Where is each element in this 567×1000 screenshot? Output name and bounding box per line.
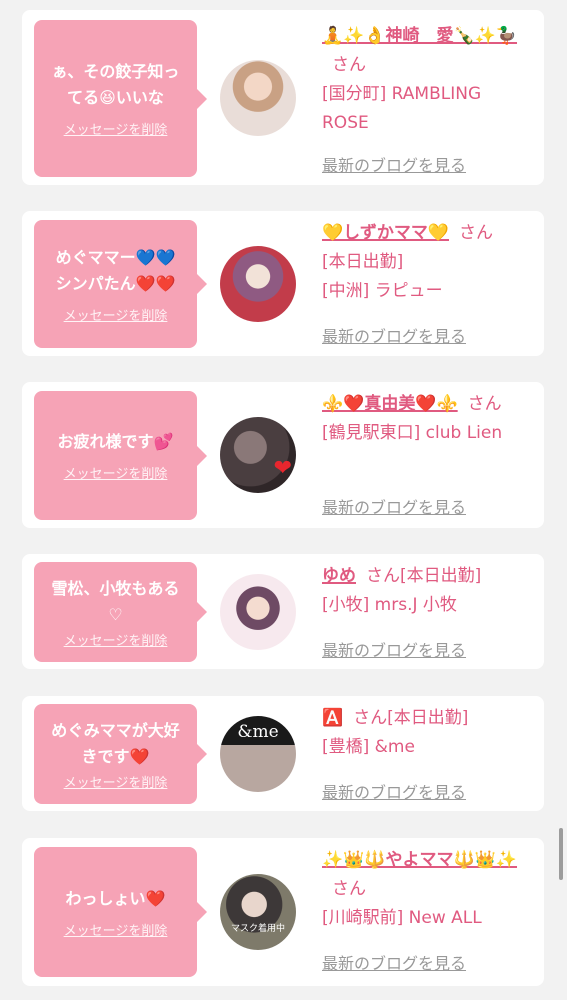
message-line: ♡: [108, 604, 123, 624]
shop-info: [小牧] mrs.J 小牧: [322, 595, 457, 615]
shop-info: [国分町] RAMBLING ROSE: [322, 84, 482, 133]
message-bubble: めぐママー💙💙 シンパたん❤️❤️ メッセージを削除: [34, 220, 207, 348]
message-bubble: お疲れ様です💕 メッセージを削除: [34, 391, 207, 520]
work-status: [本日出勤]: [322, 252, 404, 272]
message-card: お疲れ様です💕 メッセージを削除 ❤ ⚜️❤️真由美❤️⚜️ さん [鶴見駅東口]…: [22, 382, 544, 528]
message-bubble: わっしょい❤️ メッセージを削除: [34, 847, 207, 977]
delete-message-link[interactable]: メッセージを削除: [64, 772, 168, 791]
avatar[interactable]: &me: [220, 716, 296, 792]
shop-info: [鶴見駅東口] club Lien: [322, 423, 503, 443]
message-text: めぐママー💙💙 シンパたん❤️❤️: [56, 245, 176, 297]
message-card: めぐママー💙💙 シンパたん❤️❤️ メッセージを削除 💛しずかママ💛 さん [本日…: [22, 211, 544, 356]
sender-name-link[interactable]: ゆめ: [322, 566, 356, 586]
message-bubble: ぁ、その餃子知っ てる😆いいな メッセージを削除: [34, 20, 207, 177]
message-line: お疲れ様です💕: [57, 432, 174, 451]
message-line: シンパたん❤️❤️: [55, 273, 176, 293]
sender-info: 🧘✨👌神崎 愛🍾✨🦆 さん [国分町] RAMBLING ROSE: [322, 22, 532, 138]
latest-blog-link[interactable]: 最新のブログを見る: [322, 637, 466, 661]
message-line: てる😆いいな: [67, 88, 164, 107]
message-bubble: 雪松、小牧もある ♡ メッセージを削除: [34, 562, 207, 662]
message-line: わっしょい❤️: [65, 888, 166, 908]
sender-info: ✨👑🔱やよママ🔱👑✨ さん [川崎駅前] New ALL: [322, 846, 532, 933]
honorific: さん: [459, 223, 493, 243]
honorific: さん: [332, 55, 366, 75]
message-card: 雪松、小牧もある ♡ メッセージを削除 ゆめ さん[本日出勤] [小牧] mrs.…: [22, 554, 544, 669]
sender-name-link[interactable]: 🧘✨👌神崎 愛🍾✨🦆: [322, 26, 517, 46]
delete-message-link[interactable]: メッセージを削除: [64, 630, 168, 649]
message-line: 雪松、小牧もある: [51, 578, 180, 598]
honorific: さん[本日出勤]: [366, 566, 482, 586]
honorific: さん: [332, 879, 366, 899]
sender-name-link[interactable]: 🅰️: [322, 708, 343, 728]
latest-blog-link[interactable]: 最新のブログを見る: [322, 152, 466, 176]
avatar[interactable]: マスク着用中: [220, 874, 296, 950]
message-text: お疲れ様です💕: [58, 429, 174, 455]
delete-message-link[interactable]: メッセージを削除: [64, 119, 168, 138]
latest-blog-link[interactable]: 最新のブログを見る: [322, 494, 466, 518]
message-text: 雪松、小牧もある ♡: [51, 576, 179, 628]
delete-message-link[interactable]: メッセージを削除: [64, 920, 168, 939]
message-line: めぐみママが大好: [51, 720, 180, 740]
sender-info: 💛しずかママ💛 さん [本日出勤] [中洲] ラピュー: [322, 219, 532, 306]
message-card: わっしょい❤️ メッセージを削除 マスク着用中 ✨👑🔱やよママ🔱👑✨ さん [川崎…: [22, 838, 544, 986]
latest-blog-link[interactable]: 最新のブログを見る: [322, 323, 466, 347]
sender-info: ゆめ さん[本日出勤] [小牧] mrs.J 小牧: [322, 562, 532, 620]
heart-icon: ❤: [273, 456, 292, 481]
avatar[interactable]: [220, 574, 296, 650]
message-line: めぐママー💙💙: [55, 247, 176, 267]
sender-name-link[interactable]: 💛しずかママ💛: [322, 223, 449, 243]
message-bubble: めぐみママが大好 きです❤️ メッセージを削除: [34, 704, 207, 804]
scrollbar[interactable]: [559, 828, 563, 880]
message-card: めぐみママが大好 きです❤️ メッセージを削除 &me 🅰️ さん[本日出勤] […: [22, 696, 544, 811]
shop-info: [中洲] ラピュー: [322, 281, 443, 301]
avatar[interactable]: [220, 246, 296, 322]
message-text: めぐみママが大好 きです❤️: [51, 718, 179, 770]
sender-name-link[interactable]: ⚜️❤️真由美❤️⚜️: [322, 394, 458, 414]
sender-name-link[interactable]: ✨👑🔱やよママ🔱👑✨: [322, 850, 517, 870]
delete-message-link[interactable]: メッセージを削除: [64, 463, 168, 482]
avatar-caption-text: マスク着用中: [230, 924, 285, 934]
sender-info: 🅰️ さん[本日出勤] [豊橋] &me: [322, 704, 532, 762]
message-line: ぁ、その餃子知っ: [51, 62, 180, 81]
latest-blog-link[interactable]: 最新のブログを見る: [322, 950, 466, 974]
message-text: ぁ、その餃子知っ てる😆いいな: [52, 59, 180, 111]
avatar[interactable]: ❤: [220, 417, 296, 493]
sender-info: ⚜️❤️真由美❤️⚜️ さん [鶴見駅東口] club Lien: [322, 390, 532, 448]
message-line: きです❤️: [81, 746, 150, 766]
latest-blog-link[interactable]: 最新のブログを見る: [322, 779, 466, 803]
shop-info: [川崎駅前] New ALL: [322, 908, 482, 928]
message-text: わっしょい❤️: [66, 886, 166, 912]
delete-message-link[interactable]: メッセージを削除: [64, 305, 168, 324]
avatar[interactable]: [220, 60, 296, 136]
avatar-logo-text: &me: [237, 722, 279, 742]
message-card: ぁ、その餃子知っ てる😆いいな メッセージを削除 🧘✨👌神崎 愛🍾✨🦆 さん [国…: [22, 10, 544, 185]
honorific: さん: [467, 394, 502, 414]
shop-info: [豊橋] &me: [322, 737, 415, 757]
honorific: さん[本日出勤]: [353, 708, 469, 728]
